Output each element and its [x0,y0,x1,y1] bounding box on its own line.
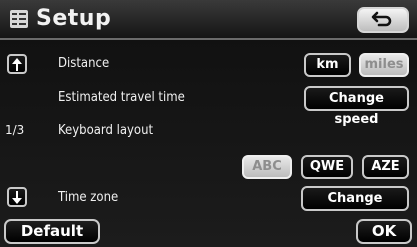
change-speed-button[interactable]: Change speed [304,86,409,127]
scroll-down-button[interactable] [7,187,27,207]
scroll-up-icon [12,58,22,71]
page-indicator: 1/3 [5,123,25,137]
header-bar: Setup [0,0,417,40]
keyboard-abc-button[interactable]: ABC [242,155,292,179]
setup-list-icon [10,10,28,28]
distance-km-button[interactable]: km [304,53,351,77]
change-time-zone-button[interactable]: Change [301,186,409,211]
travel-time-label: Estimated travel time [58,90,185,105]
default-button[interactable]: Default [4,219,100,244]
back-arrow-icon [371,11,392,27]
scroll-up-button[interactable] [7,54,27,74]
distance-label: Distance [58,56,110,71]
keyboard-layout-label: Keyboard layout [58,123,154,138]
page-title: Setup [36,6,112,31]
time-zone-label: Time zone [58,190,119,205]
keyboard-aze-button[interactable]: AZE [362,155,409,179]
setup-screen: Setup Distance km miles Estimated travel… [0,0,417,247]
ok-button[interactable]: OK [356,219,412,244]
back-button[interactable] [357,7,409,33]
scroll-down-icon [12,191,22,204]
distance-miles-button[interactable]: miles [359,53,409,77]
keyboard-qwe-button[interactable]: QWE [301,155,353,179]
